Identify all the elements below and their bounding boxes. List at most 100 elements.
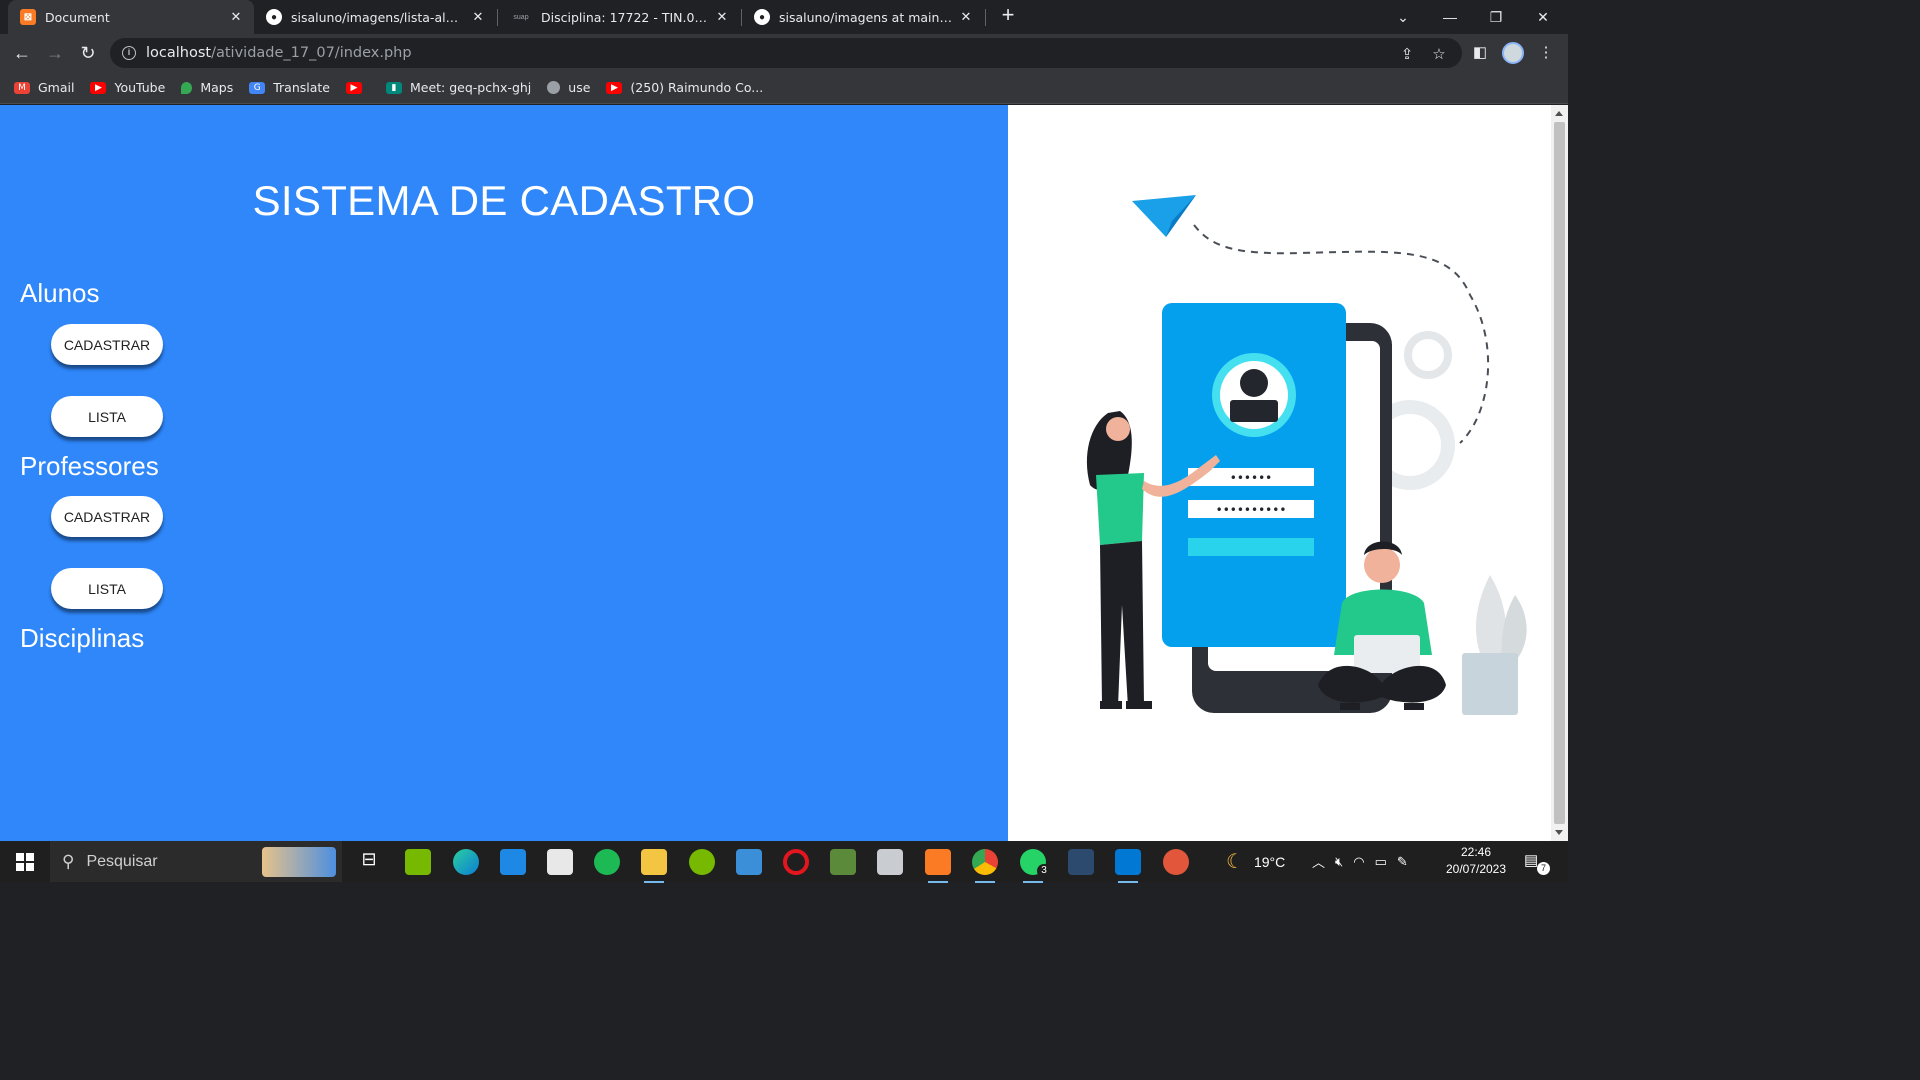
spotify-icon[interactable] bbox=[594, 849, 620, 875]
bookmark-youtube[interactable]: ▶ YouTube bbox=[90, 80, 165, 95]
scroll-down-arrow-icon[interactable] bbox=[1555, 830, 1563, 835]
notification-count: 7 bbox=[1537, 862, 1550, 875]
wifi-icon[interactable]: ◠ bbox=[1353, 854, 1364, 870]
new-tab-button[interactable]: + bbox=[996, 4, 1020, 28]
login-illustration: •••••• •••••••••• bbox=[1086, 195, 1527, 715]
tab-document[interactable]: ⊠ Document ✕ bbox=[8, 0, 254, 34]
page-title: SISTEMA DE CADASTRO bbox=[252, 177, 756, 224]
taskbar-search[interactable]: ⚲ Pesquisar bbox=[50, 841, 342, 882]
vscode-icon[interactable] bbox=[1115, 849, 1141, 883]
search-icon: ⚲ bbox=[62, 851, 75, 871]
browser-toolbar: ← → ↻ i localhost/atividade_17_07/index.… bbox=[0, 34, 1568, 72]
tab-github-lista-alunos[interactable]: ● sisaluno/imagens/lista-alunos.pn ✕ bbox=[254, 0, 496, 34]
globe-icon bbox=[547, 81, 561, 94]
printer-icon[interactable] bbox=[877, 849, 903, 875]
bookmark-maps[interactable]: Maps bbox=[181, 80, 233, 95]
xampp-icon: ⊠ bbox=[20, 9, 36, 25]
tab-divider bbox=[985, 9, 986, 26]
battery-icon[interactable]: ▭ bbox=[1375, 854, 1387, 870]
page-viewport: SISTEMA DE CADASTRO Alunos CADASTRAR LIS… bbox=[0, 105, 1568, 841]
clock-time: 22:46 bbox=[1460, 845, 1492, 859]
scrollbar-thumb[interactable] bbox=[1554, 122, 1565, 824]
scroll-up-arrow-icon[interactable] bbox=[1555, 111, 1563, 116]
bookmark-label: YouTube bbox=[114, 80, 166, 95]
side-panel-icon[interactable]: ◧ bbox=[1470, 43, 1490, 63]
chrome-icon[interactable] bbox=[972, 849, 998, 883]
tab-title: sisaluno/imagens/lista-alunos.pn bbox=[291, 9, 464, 25]
bookmark-raimundo[interactable]: ▶ (250) Raimundo Co... bbox=[606, 80, 763, 95]
youtube-icon: ▶ bbox=[345, 81, 362, 94]
gmail-icon: M bbox=[14, 81, 30, 94]
site-info-icon[interactable]: i bbox=[122, 46, 136, 60]
bookmark-gmail[interactable]: M Gmail bbox=[14, 80, 74, 95]
page-scrollbar[interactable] bbox=[1551, 105, 1568, 841]
bookmark-youtube-2[interactable]: ▶ bbox=[345, 81, 370, 94]
minecraft-icon[interactable] bbox=[830, 849, 856, 875]
professores-lista-button[interactable]: LISTA bbox=[51, 568, 163, 609]
close-window-button[interactable]: ✕ bbox=[1520, 0, 1566, 34]
edge-icon[interactable] bbox=[453, 849, 479, 875]
task-view-icon[interactable]: ⊟ bbox=[356, 849, 382, 875]
alunos-lista-button[interactable]: LISTA bbox=[51, 396, 163, 437]
notifications-icon[interactable]: ▤ 7 bbox=[1524, 851, 1550, 875]
bookmark-translate[interactable]: G Translate bbox=[249, 80, 330, 95]
address-bar[interactable]: i localhost/atividade_17_07/index.php ⇪ … bbox=[110, 38, 1462, 68]
mail-icon[interactable] bbox=[500, 849, 526, 875]
git-client-icon[interactable] bbox=[1163, 849, 1189, 875]
nvidia-icon[interactable] bbox=[405, 849, 431, 875]
weather-widget[interactable]: ☾ 19°C bbox=[1226, 841, 1285, 882]
bookmarks-bar: M Gmail ▶ YouTube Maps G Translate ▶ ▮ Meet:… bbox=[0, 72, 1568, 104]
reload-icon[interactable]: ↻ bbox=[76, 41, 100, 65]
meet-icon: ▮ bbox=[385, 81, 402, 94]
share-icon[interactable]: ⇪ bbox=[1398, 45, 1416, 63]
bookmark-label: (250) Raimundo Co... bbox=[630, 80, 764, 95]
alunos-cadastrar-button[interactable]: CADASTRAR bbox=[51, 324, 163, 365]
clock-date: 20/07/2023 bbox=[1445, 862, 1507, 876]
restore-button[interactable]: ❐ bbox=[1473, 0, 1519, 34]
back-arrow-icon[interactable]: ← bbox=[10, 41, 34, 65]
chevron-up-icon[interactable]: ︿ bbox=[1312, 852, 1325, 871]
control-panel-icon[interactable] bbox=[736, 849, 762, 875]
close-icon[interactable]: ✕ bbox=[714, 9, 730, 25]
github-icon: ● bbox=[754, 9, 770, 25]
suap-icon: suap bbox=[513, 13, 529, 21]
search-highlight-image bbox=[262, 847, 336, 877]
bookmark-meet[interactable]: ▮ Meet: geq-pchx-ghj bbox=[385, 80, 531, 95]
bookmark-label: Translate bbox=[273, 80, 330, 95]
paper-plane-icon bbox=[1132, 195, 1196, 237]
bookmark-star-icon[interactable]: ☆ bbox=[1430, 45, 1448, 63]
windows-start-icon[interactable] bbox=[16, 853, 34, 871]
section-heading-disciplinas: Disciplinas bbox=[20, 623, 145, 653]
professores-cadastrar-button[interactable]: CADASTRAR bbox=[51, 496, 163, 537]
profile-avatar[interactable] bbox=[1502, 42, 1524, 64]
tab-title: Document bbox=[45, 9, 110, 25]
store-icon[interactable] bbox=[547, 849, 573, 875]
url-host: localhost bbox=[146, 45, 212, 61]
close-icon[interactable]: ✕ bbox=[958, 9, 974, 25]
system-clock[interactable]: 22:46 20/07/2023 bbox=[1436, 844, 1516, 878]
minimize-button[interactable]: — bbox=[1427, 0, 1473, 34]
close-icon[interactable]: ✕ bbox=[470, 9, 486, 25]
bookmark-use[interactable]: use bbox=[547, 80, 590, 95]
tab-disciplina[interactable]: suap Disciplina: 17722 - TIN.0184 - Pro … bbox=[498, 0, 740, 34]
maps-icon bbox=[181, 81, 193, 94]
volume-muted-icon[interactable]: 🔇︎ bbox=[1335, 854, 1343, 870]
mysql-workbench-icon[interactable] bbox=[1068, 849, 1094, 875]
pen-icon[interactable]: ✎ bbox=[1397, 854, 1408, 870]
tab-github-imagens[interactable]: ● sisaluno/imagens at main · fabior ✕ bbox=[742, 0, 984, 34]
menu-kebab-icon[interactable]: ⋮ bbox=[1536, 43, 1556, 63]
utorrent-icon[interactable] bbox=[689, 849, 715, 875]
tab-search-chevron-icon[interactable]: ⌄ bbox=[1380, 0, 1426, 34]
forward-arrow-icon[interactable]: → bbox=[43, 41, 67, 65]
section-heading-alunos: Alunos bbox=[20, 278, 100, 308]
xampp-icon[interactable] bbox=[925, 849, 951, 883]
tab-title: Disciplina: 17722 - TIN.0184 - Pro bbox=[541, 9, 708, 25]
opera-icon[interactable] bbox=[783, 849, 809, 875]
youtube-icon: ▶ bbox=[606, 81, 623, 94]
file-explorer-icon[interactable] bbox=[641, 849, 667, 883]
moon-icon: ☾ bbox=[1226, 851, 1244, 873]
windows-taskbar: ⚲ Pesquisar ⊟ 3 ☾ 19°C ︿ 🔇︎ ◠ ▭ ✎ 22:46 … bbox=[0, 841, 1568, 883]
search-placeholder: Pesquisar bbox=[86, 852, 158, 870]
close-icon[interactable]: ✕ bbox=[228, 9, 244, 25]
whatsapp-icon[interactable]: 3 bbox=[1020, 849, 1051, 883]
